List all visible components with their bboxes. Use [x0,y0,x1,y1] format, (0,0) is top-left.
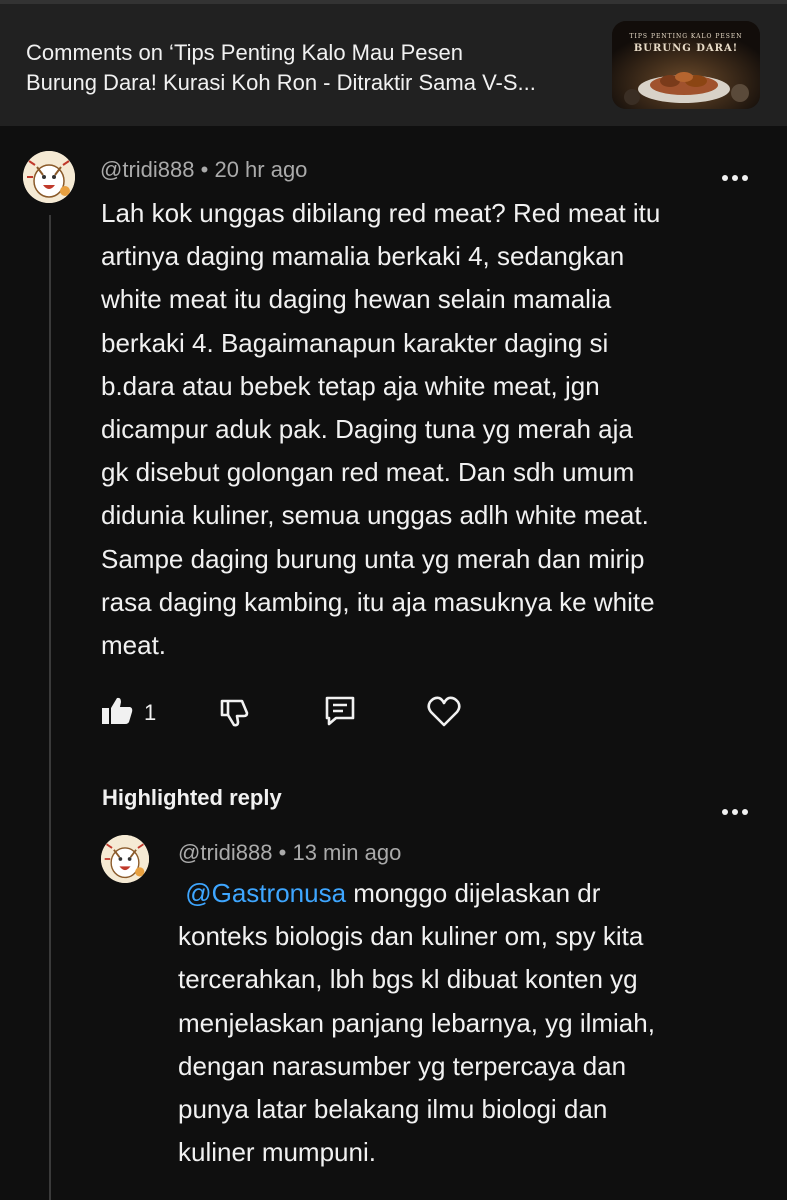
meta-separator: • [278,840,287,865]
thumbs-down-icon [220,699,249,727]
reply-first-line: @Gastronusa monggo dijelaskan dr [178,872,655,915]
heart-icon [427,696,461,727]
cartoon-avatar-icon [23,151,75,203]
video-thumbnail[interactable]: TIPS PENTING KALO PESEN BURUNG DARA! [612,21,760,109]
cartoon-avatar-icon [101,835,149,883]
comments-header: Comments on ‘Tips Penting Kalo Mau Pesen… [0,4,787,126]
comment-line: dicampur aduk pak. Daging tuna yg merah … [101,414,633,445]
highlighted-reply-label: Highlighted reply [102,785,282,810]
reply-avatar[interactable] [101,835,149,883]
comment-line: artinya daging mamalia berkaki 4, sedang… [101,241,625,272]
video-title-line: Comments on ‘Tips Penting Kalo Mau Pesen [26,40,463,65]
comment-line: b.dara atau bebek tetap aja white meat, … [101,370,600,401]
reply-line: konteks biologis dan kuliner om, spy kit… [178,921,644,952]
avatar[interactable] [23,151,75,203]
reply-more-button[interactable] [722,806,754,818]
more-dot [732,175,738,181]
reply-line: menjelaskan panjang lebarnya, yg ilmiah, [178,1007,655,1038]
comment-meta: @tridi888 • 20 hr ago [100,157,307,183]
comment-text: Lah kok unggas dibilang red meat? Red me… [101,192,660,667]
thread-line [49,215,51,1200]
comment-line: rasa daging kambing, itu aja masuknya ke… [101,586,655,617]
comment-line: Lah kok unggas dibilang red meat? Red me… [101,198,661,228]
like-count: 1 [144,700,157,725]
comment-line: Sampe daging burung unta yg merah dan mi… [101,543,645,574]
reply-line-rest: monggo dijelaskan dr [346,878,601,908]
reply-button[interactable] [323,694,357,728]
comment-line: gk disebut golongan red meat. Dan sdh um… [101,457,635,488]
thumbnail-caption: TIPS PENTING KALO PESEN [629,33,743,40]
more-dot [722,809,728,815]
comment-line: white meat itu daging hewan selain mamal… [101,284,612,315]
more-dot [742,809,748,815]
comment-line: berkaki 4. Bagaimanapun karakter daging … [101,327,609,358]
reply-meta: @tridi888 • 13 min ago [178,840,401,866]
reply-author[interactable]: @tridi888 [178,840,273,865]
dislike-button[interactable] [218,695,252,729]
comment-time: 20 hr ago [214,157,308,182]
like-button[interactable] [100,694,134,728]
comment-more-button[interactable] [722,172,754,184]
video-title[interactable]: Comments on ‘Tips Penting Kalo Mau Pesen… [26,38,596,98]
reply-line: dengan narasumber yg terpercaya dan [178,1050,627,1081]
comment-line: meat. [101,630,167,661]
thumbs-up-icon [102,697,133,724]
meta-separator: • [200,157,209,182]
thumbnail-headline: BURUNG DARA! [633,43,739,54]
more-dot [722,175,728,181]
reply-time: 13 min ago [292,840,402,865]
mention-link[interactable]: @Gastronusa [185,878,346,908]
reply-line: kuliner mumpuni. [178,1137,376,1168]
heart-button[interactable] [426,695,462,729]
reply-text: @Gastronusa monggo dijelaskan dr konteks… [178,872,655,1174]
comment-icon [325,696,355,726]
reply-line: tercerahkan, lbh bgs kl dibuat konten yg [178,964,638,995]
comment-author[interactable]: @tridi888 [100,157,195,182]
more-dot [732,809,738,815]
comment-line: didunia kuliner, semua unggas adlh white… [101,500,649,531]
more-dot [742,175,748,181]
video-title-line: Burung Dara! Kurasi Koh Ron - Ditraktir … [26,70,536,95]
reply-line: punya latar belakang ilmu biologi dan [178,1094,608,1125]
